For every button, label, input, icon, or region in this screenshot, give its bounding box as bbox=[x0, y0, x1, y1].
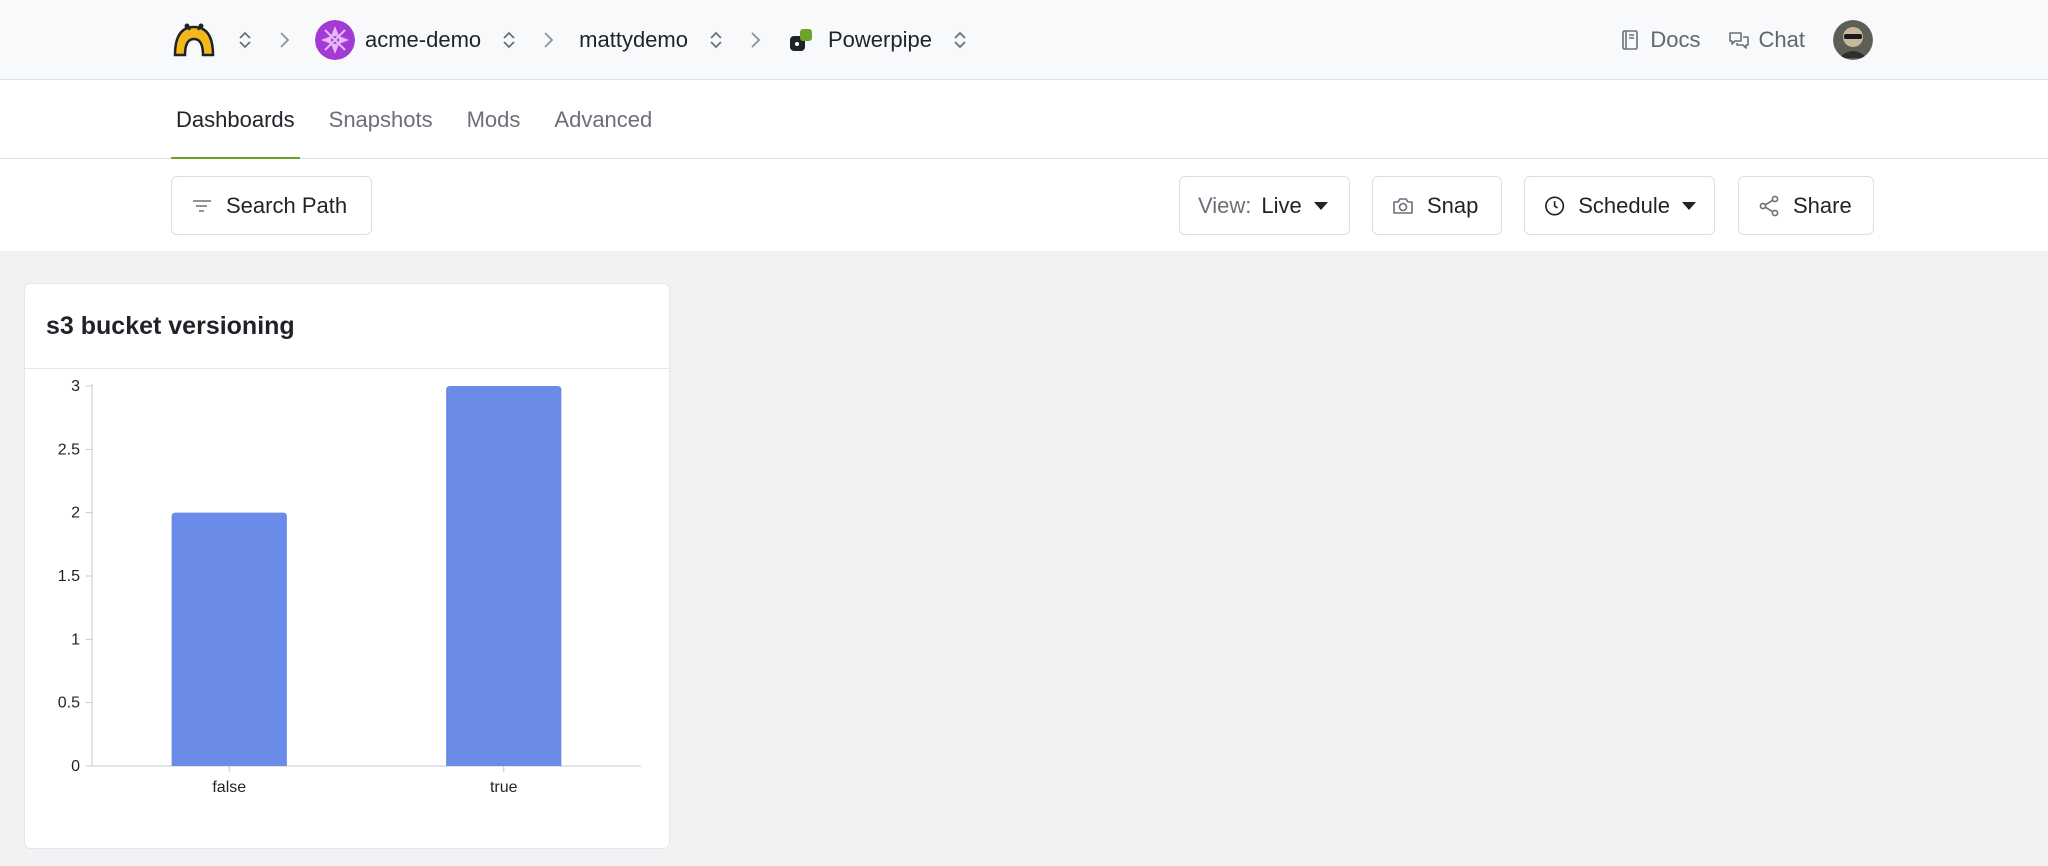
y-tick-label: 2 bbox=[71, 505, 80, 522]
filter-lines-icon bbox=[193, 199, 211, 212]
search-path-label: Search Path bbox=[226, 192, 348, 218]
caret-down-icon bbox=[1682, 201, 1696, 210]
org-name: acme-demo bbox=[365, 27, 482, 52]
tab-dashboards[interactable]: Dashboards bbox=[171, 80, 300, 160]
org-switcher-updown-icon[interactable] bbox=[501, 29, 517, 51]
clock-icon bbox=[1545, 195, 1565, 216]
user-switcher-updown-icon[interactable] bbox=[708, 29, 724, 51]
chart-panel: s3 bucket versioning 0 0.5 1 1.5 2 2.5 3 false t… bbox=[24, 283, 670, 849]
chat-label: Chat bbox=[1758, 27, 1805, 52]
snap-label: Snap bbox=[1427, 192, 1479, 218]
docs-label: Docs bbox=[1650, 27, 1701, 52]
breadcrumb: acme-demo mattydemo Powerpipe bbox=[171, 0, 968, 80]
panel-title: s3 bucket versioning bbox=[25, 284, 669, 369]
tabs: Dashboards Snapshots Mods Advanced bbox=[171, 80, 681, 160]
user-crumb[interactable]: mattydemo bbox=[579, 27, 688, 53]
view-select[interactable]: View: Live bbox=[1179, 176, 1350, 235]
book-icon bbox=[1622, 30, 1639, 50]
y-tick-label: 1.5 bbox=[58, 568, 80, 585]
user-name: mattydemo bbox=[579, 27, 688, 52]
bar-chart: 0 0.5 1 1.5 2 2.5 3 false true bbox=[58, 378, 641, 796]
schedule-label: Schedule bbox=[1578, 192, 1670, 218]
y-tick-label: 1 bbox=[71, 631, 80, 648]
user-avatar[interactable] bbox=[1833, 20, 1873, 60]
workspace-name: Powerpipe bbox=[827, 27, 932, 52]
share-label: Share bbox=[1793, 192, 1852, 218]
chevron-right-icon bbox=[280, 32, 290, 48]
snap-button[interactable]: Snap bbox=[1372, 176, 1502, 235]
bar-true bbox=[446, 386, 562, 766]
tab-snapshots[interactable]: Snapshots bbox=[324, 80, 438, 159]
share-icon bbox=[1759, 195, 1779, 216]
steampipe-logo-icon[interactable] bbox=[171, 21, 217, 59]
tab-advanced[interactable]: Advanced bbox=[549, 80, 657, 159]
org-crumb[interactable]: acme-demo bbox=[315, 20, 481, 60]
tab-bar: Dashboards Snapshots Mods Advanced bbox=[0, 80, 2048, 160]
x-tick-label: true bbox=[490, 779, 518, 796]
chevron-right-icon bbox=[544, 32, 554, 48]
tab-mods[interactable]: Mods bbox=[462, 80, 526, 159]
y-tick-label: 3 bbox=[71, 378, 80, 395]
x-tick-label: false bbox=[212, 779, 246, 796]
schedule-button[interactable]: Schedule bbox=[1524, 176, 1715, 235]
y-tick-label: 0.5 bbox=[58, 695, 80, 712]
view-prefix: View: bbox=[1198, 192, 1252, 218]
share-button[interactable]: Share bbox=[1738, 176, 1874, 235]
search-path-button[interactable]: Search Path bbox=[171, 176, 372, 235]
y-tick-label: 0 bbox=[71, 758, 80, 775]
y-tick-label: 2.5 bbox=[58, 441, 80, 458]
camera-icon bbox=[1393, 197, 1413, 214]
caret-down-icon bbox=[1313, 201, 1328, 210]
docs-link[interactable]: Docs bbox=[1618, 27, 1701, 53]
workspace-switcher-updown-icon[interactable] bbox=[952, 29, 968, 51]
chevron-right-icon bbox=[751, 32, 761, 48]
powerpipe-icon bbox=[789, 29, 812, 51]
switcher-updown-icon[interactable] bbox=[237, 29, 253, 51]
chat-bubbles-icon bbox=[1728, 32, 1749, 49]
top-links: Docs Chat bbox=[1592, 0, 1873, 80]
dashboard-toolbar: Search Path View: Live Snap Schedule Sha… bbox=[0, 159, 2048, 251]
bar-false bbox=[171, 512, 287, 766]
workspace-crumb[interactable]: Powerpipe bbox=[786, 25, 932, 55]
chat-link[interactable]: Chat bbox=[1727, 27, 1805, 53]
view-value: Live bbox=[1261, 192, 1302, 218]
top-bar: acme-demo mattydemo Powerpipe Docs Chat bbox=[0, 0, 2048, 80]
org-avatar bbox=[315, 20, 355, 60]
